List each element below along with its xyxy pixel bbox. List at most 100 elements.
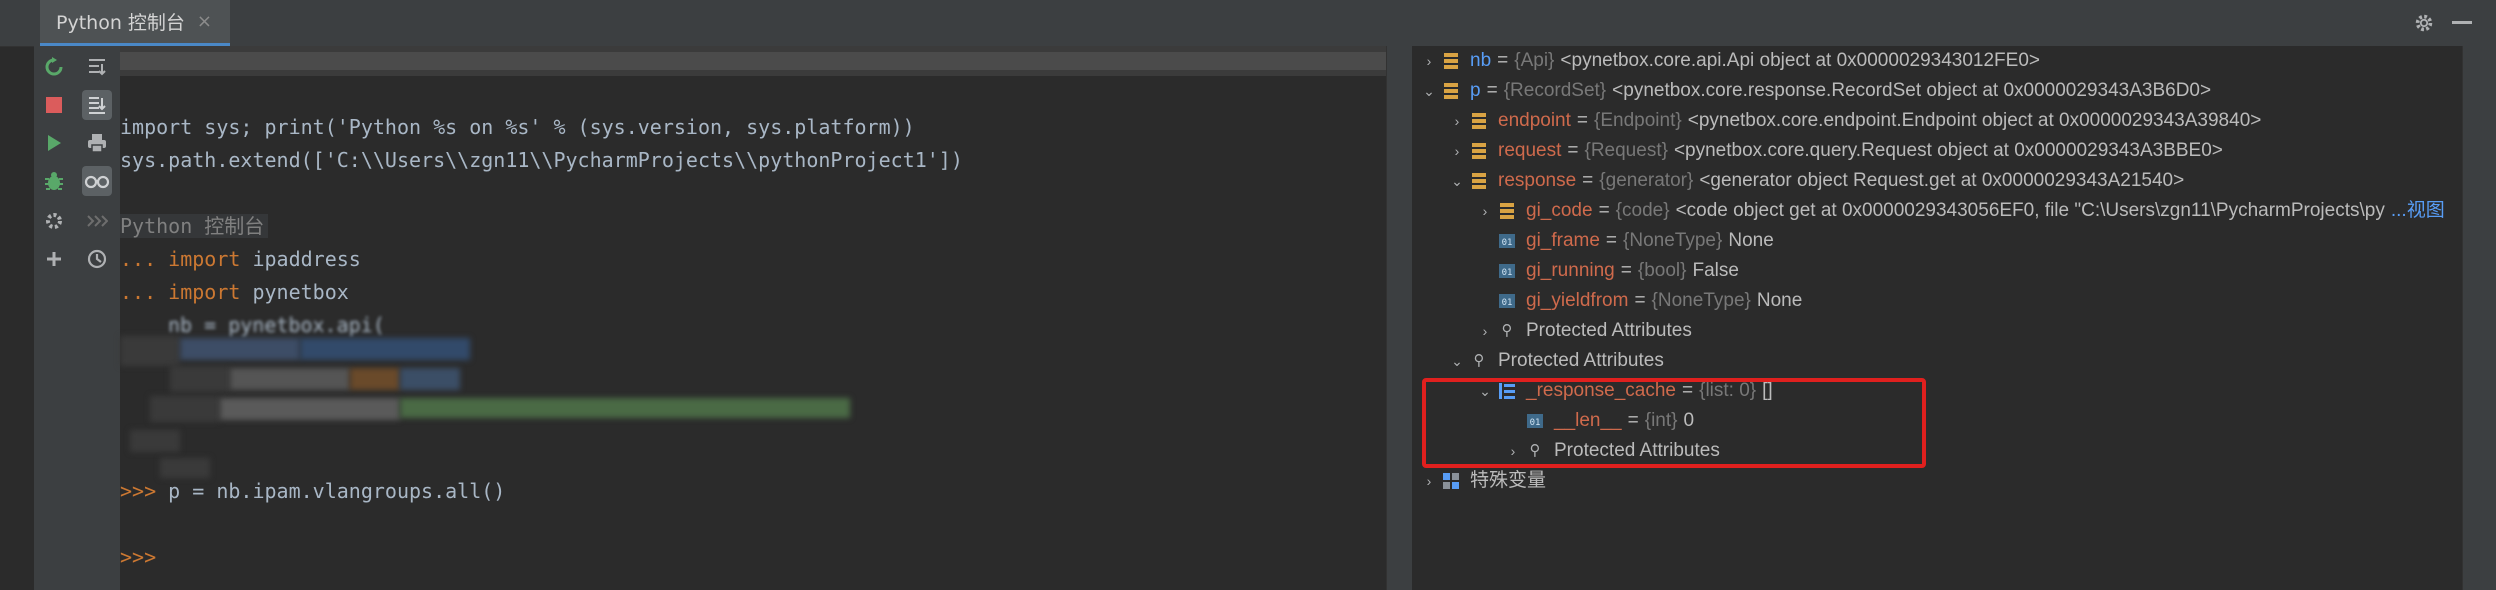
special-vars-icon [1443,473,1459,489]
annotation-highlight-box [1422,378,1926,468]
var-value: <pynetbox.core.endpoint.Endpoint object … [1687,110,2262,131]
chevron-down-icon[interactable]: ⌄ [1450,346,1464,376]
show-variables-icon[interactable] [82,166,112,196]
var-type: {generator} [1599,170,1694,191]
chevron-down-icon[interactable]: ⌄ [1422,76,1436,106]
splitter[interactable] [1386,46,1414,590]
var-node-p[interactable]: ⌄ p = {RecordSet} <pynetbox.core.response.R… [1422,76,2211,106]
var-value: <generator object Request.get at 0x00000… [1699,170,2185,191]
console-line-2: sys.path.extend(['C:\\Users\\zgn11\\Pych… [120,148,963,172]
command-queue-icon[interactable] [82,206,112,236]
object-icon [1444,83,1458,99]
redacted-block [150,396,220,422]
module-pynetbox: pynetbox [240,280,349,304]
object-icon [1472,143,1486,159]
var-node-gi-yieldfrom[interactable]: 01 gi_yieldfrom = {NoneType} None [1498,286,1802,316]
rerun-icon[interactable] [39,52,69,82]
primitive-icon: 01 [1499,234,1515,248]
settings-icon[interactable] [39,206,69,236]
tab-python-console[interactable]: Python 控制台 × [40,0,230,46]
var-type: {Request} [1584,140,1668,161]
tab-title: Python 控制台 [56,12,185,34]
stop-icon[interactable] [39,90,69,120]
main-prompt: >>> [120,479,157,503]
gear-icon[interactable] [2412,12,2436,34]
variables-view[interactable]: › nb = {Api} <pynetbox.core.api.Api object … [1412,46,2462,590]
svg-text:01: 01 [1502,268,1513,278]
redacted-block [160,458,210,478]
var-node-gi-frame[interactable]: 01 gi_frame = {NoneType} None [1498,226,1774,256]
var-node-request[interactable]: › request = {Request} <pynetbox.core.query.… [1450,136,2223,166]
minimize-icon[interactable] [2452,21,2472,24]
chevron-right-icon[interactable]: › [1478,316,1492,346]
console-toolbar-secondary [74,46,121,590]
print-icon[interactable] [82,128,112,158]
special-variables[interactable]: › 特殊变量 [1422,466,1546,496]
add-icon[interactable] [39,244,69,274]
var-node-endpoint[interactable]: › endpoint = {Endpoint} <pynetbox.core.endp… [1450,106,2262,136]
var-name: endpoint [1498,110,1571,131]
var-node-gi-code[interactable]: › gi_code = {code} <code object get at 0x00… [1478,196,2445,226]
var-type: {RecordSet} [1503,80,1607,101]
var-value: False [1692,260,1739,281]
protected-attributes-p[interactable]: ⌄ ⚲ Protected Attributes [1450,346,1664,376]
console-toolbar-primary [34,46,74,590]
console-line-api: nb = pynetbox.api( [168,313,385,337]
var-node-gi-running[interactable]: 01 gi_running = {bool} False [1498,256,1739,286]
var-name: gi_frame [1526,230,1600,251]
continuation-prompt: ... [120,280,157,304]
protected-attributes-response[interactable]: › ⚲ Protected Attributes [1478,316,1692,346]
right-tool-strip [2462,46,2496,590]
redacted-block [400,368,460,390]
run-icon[interactable] [39,128,69,158]
protected-label: Protected Attributes [1498,350,1664,371]
console-line-assign: >>> p = nb.ipam.vlangroups.all() [120,476,505,506]
protected-label: Protected Attributes [1526,320,1692,341]
redacted-block [180,338,300,360]
key-icon: ⚲ [1473,352,1485,369]
primitive-icon: 01 [1499,264,1515,278]
console-line-import-pynetbox: ... import pynetbox [120,277,349,307]
object-icon [1472,113,1486,129]
keyword-import: import [168,280,241,304]
scroll-to-end-icon[interactable] [82,90,112,120]
console-line-import-ipaddress: ... import ipaddress [120,244,361,274]
chevron-right-icon[interactable]: › [1478,196,1492,226]
object-icon [1444,53,1458,69]
redacted-block [350,368,400,390]
continuation-prompt: ... [120,247,157,271]
var-node-nb[interactable]: › nb = {Api} <pynetbox.core.api.Api object … [1422,46,2040,76]
soft-wrap-icon[interactable] [82,52,112,82]
var-value: <pynetbox.core.response.RecordSet object… [1612,80,2212,101]
svg-text:01: 01 [1502,238,1513,248]
redacted-block [220,398,400,420]
var-type: {Api} [1514,50,1555,71]
chevron-right-icon[interactable]: › [1422,46,1436,76]
chevron-right-icon[interactable]: › [1450,136,1464,166]
console-line-assign-text: p = nb.ipam.vlangroups.all() [168,479,506,503]
close-icon[interactable]: × [197,11,212,32]
view-more-link[interactable]: ...视图 [2391,196,2445,226]
vertical-scrollbar[interactable] [2450,46,2462,590]
var-name: p [1470,80,1481,101]
chevron-right-icon[interactable]: › [1450,106,1464,136]
var-value: None [1756,290,1803,311]
console-output[interactable]: import sys; print('Python %s on %s' % (s… [120,46,1386,590]
history-icon[interactable] [82,244,112,274]
console-input-line[interactable]: >>> [120,542,156,572]
object-icon [1500,203,1514,219]
object-icon [1472,173,1486,189]
var-type: {Endpoint} [1594,110,1682,131]
var-node-response[interactable]: ⌄ response = {generator} <generator object … [1450,166,2184,196]
redacted-block [300,338,470,360]
debug-icon[interactable] [39,166,69,196]
var-type: {code} [1615,200,1670,221]
chevron-down-icon[interactable]: ⌄ [1450,166,1464,196]
module-ipaddress: ipaddress [240,247,361,271]
chevron-right-icon[interactable]: › [1422,466,1436,496]
var-name: request [1498,140,1562,161]
key-icon: ⚲ [1501,322,1513,339]
horizontal-scrollbar[interactable] [120,46,1386,76]
var-name: gi_code [1526,200,1593,221]
redacted-block [170,366,230,392]
